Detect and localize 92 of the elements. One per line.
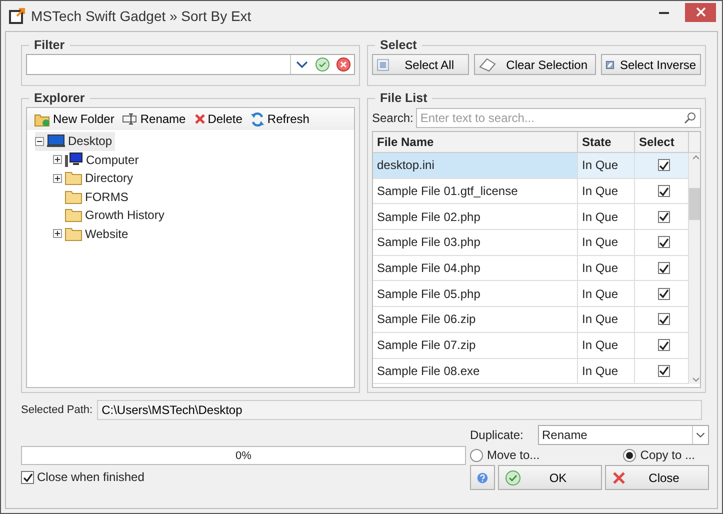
duplicate-dropdown[interactable]: Rename bbox=[538, 425, 709, 445]
radio-button[interactable] bbox=[470, 448, 483, 462]
checkbox[interactable] bbox=[658, 288, 670, 300]
column-header[interactable]: Select bbox=[635, 132, 689, 153]
tree-item[interactable]: FORMS bbox=[85, 190, 128, 204]
path-field[interactable]: C:\Users\MSTech\Desktop bbox=[96, 400, 702, 420]
folder-icon bbox=[65, 190, 82, 204]
checkbox[interactable] bbox=[658, 313, 670, 326]
state-cell: In Que bbox=[578, 178, 635, 204]
state-cell: In Que bbox=[578, 256, 635, 282]
scroll-down-icon[interactable] bbox=[692, 377, 700, 382]
toolbar-button[interactable]: Rename bbox=[121, 112, 187, 126]
path-label: Selected Path: bbox=[21, 404, 93, 416]
radio-label: Move to... bbox=[487, 448, 540, 462]
state-cell: In Que bbox=[578, 153, 635, 179]
refresh-icon bbox=[250, 112, 266, 126]
state-cell: In Que bbox=[578, 332, 635, 358]
file-name-cell[interactable]: desktop.ini bbox=[373, 153, 578, 179]
group-title: Select bbox=[379, 38, 418, 52]
check-icon bbox=[505, 470, 521, 486]
scrollbar[interactable] bbox=[689, 153, 700, 384]
radio-label: Copy to ... bbox=[640, 448, 695, 462]
checkbox[interactable] bbox=[658, 185, 670, 198]
file-name-cell[interactable]: Sample File 07.zip bbox=[373, 332, 578, 358]
expander-icon[interactable] bbox=[53, 229, 62, 238]
file-name-cell[interactable]: Sample File 03.php bbox=[373, 230, 578, 256]
column-header[interactable]: State bbox=[578, 132, 635, 153]
file-name-cell[interactable]: Sample File 01.gtf_license bbox=[373, 178, 578, 204]
search-field[interactable]: Enter text to search... bbox=[416, 108, 701, 128]
checkbox[interactable] bbox=[658, 210, 670, 223]
folder-icon bbox=[65, 208, 82, 222]
radio-button[interactable] bbox=[623, 448, 636, 462]
eraser-icon bbox=[478, 58, 497, 72]
scroll-up-icon[interactable] bbox=[692, 155, 700, 160]
rename-icon bbox=[122, 113, 138, 125]
app-icon bbox=[9, 8, 25, 24]
group-title: Explorer bbox=[33, 91, 86, 105]
expander-icon[interactable] bbox=[35, 136, 44, 146]
state-cell: In Que bbox=[578, 307, 635, 333]
close-icon bbox=[612, 470, 626, 484]
new-folder-icon bbox=[34, 112, 51, 126]
checkbox[interactable] bbox=[658, 339, 670, 352]
toolbar-button[interactable]: New Folder bbox=[33, 112, 116, 126]
filter-field[interactable] bbox=[26, 54, 355, 75]
file-name-cell[interactable]: Sample File 05.php bbox=[373, 281, 578, 308]
group-title: Filter bbox=[33, 38, 66, 52]
file-name-cell[interactable]: Sample File 02.php bbox=[373, 204, 578, 230]
checkbox[interactable] bbox=[21, 470, 34, 484]
group-title: File List bbox=[379, 91, 428, 105]
checkbox[interactable] bbox=[658, 364, 670, 377]
state-cell: In Que bbox=[578, 204, 635, 230]
checkbox-label: Close when finished bbox=[37, 470, 144, 484]
search-label: Search: bbox=[372, 110, 414, 124]
close-button[interactable]: Close bbox=[605, 465, 709, 490]
expander-icon[interactable] bbox=[53, 155, 62, 164]
minimize-icon bbox=[658, 10, 668, 14]
computer-icon bbox=[65, 152, 83, 168]
column-header[interactable]: File Name bbox=[373, 132, 578, 153]
select-button[interactable]: Clear Selection bbox=[474, 54, 596, 75]
tree-item[interactable]: Computer bbox=[86, 152, 139, 167]
help-button[interactable] bbox=[470, 465, 495, 490]
tree-item[interactable]: Directory bbox=[85, 171, 134, 186]
folder-icon bbox=[65, 171, 82, 186]
window-title: MSTech Swift Gadget » Sort By Ext bbox=[31, 8, 252, 24]
select-button[interactable]: Select All bbox=[372, 54, 469, 75]
state-cell: In Que bbox=[578, 358, 635, 384]
folder-icon bbox=[65, 226, 82, 241]
file-name-cell[interactable]: Sample File 06.zip bbox=[373, 307, 578, 333]
close-icon bbox=[696, 7, 706, 17]
checkbox[interactable] bbox=[658, 159, 670, 172]
checkbox[interactable] bbox=[658, 236, 670, 248]
ok-button[interactable]: OK bbox=[498, 465, 602, 490]
progress-text: 0% bbox=[236, 450, 252, 462]
toolbar-button[interactable]: Refresh bbox=[249, 112, 310, 126]
monitor-icon bbox=[47, 134, 65, 148]
state-cell: In Que bbox=[578, 230, 635, 256]
close-button[interactable] bbox=[685, 2, 716, 22]
duplicate-label: Duplicate: bbox=[470, 428, 524, 442]
checkbox[interactable] bbox=[658, 262, 670, 274]
tree-item[interactable]: Website bbox=[85, 226, 128, 241]
tree-item[interactable]: Growth History bbox=[85, 208, 164, 222]
select-button[interactable]: Select Inverse bbox=[601, 54, 701, 75]
expander-icon[interactable] bbox=[53, 174, 62, 183]
header-corner bbox=[689, 132, 700, 153]
scroll-thumb[interactable] bbox=[689, 188, 700, 220]
delete-icon bbox=[194, 113, 206, 125]
file-name-cell[interactable]: Sample File 08.exe bbox=[373, 358, 578, 384]
state-cell: In Que bbox=[578, 281, 635, 308]
search-icon[interactable] bbox=[683, 110, 697, 124]
file-name-cell[interactable]: Sample File 04.php bbox=[373, 256, 578, 282]
toolbar-button[interactable]: Delete bbox=[192, 112, 244, 126]
list-icon bbox=[377, 58, 389, 70]
